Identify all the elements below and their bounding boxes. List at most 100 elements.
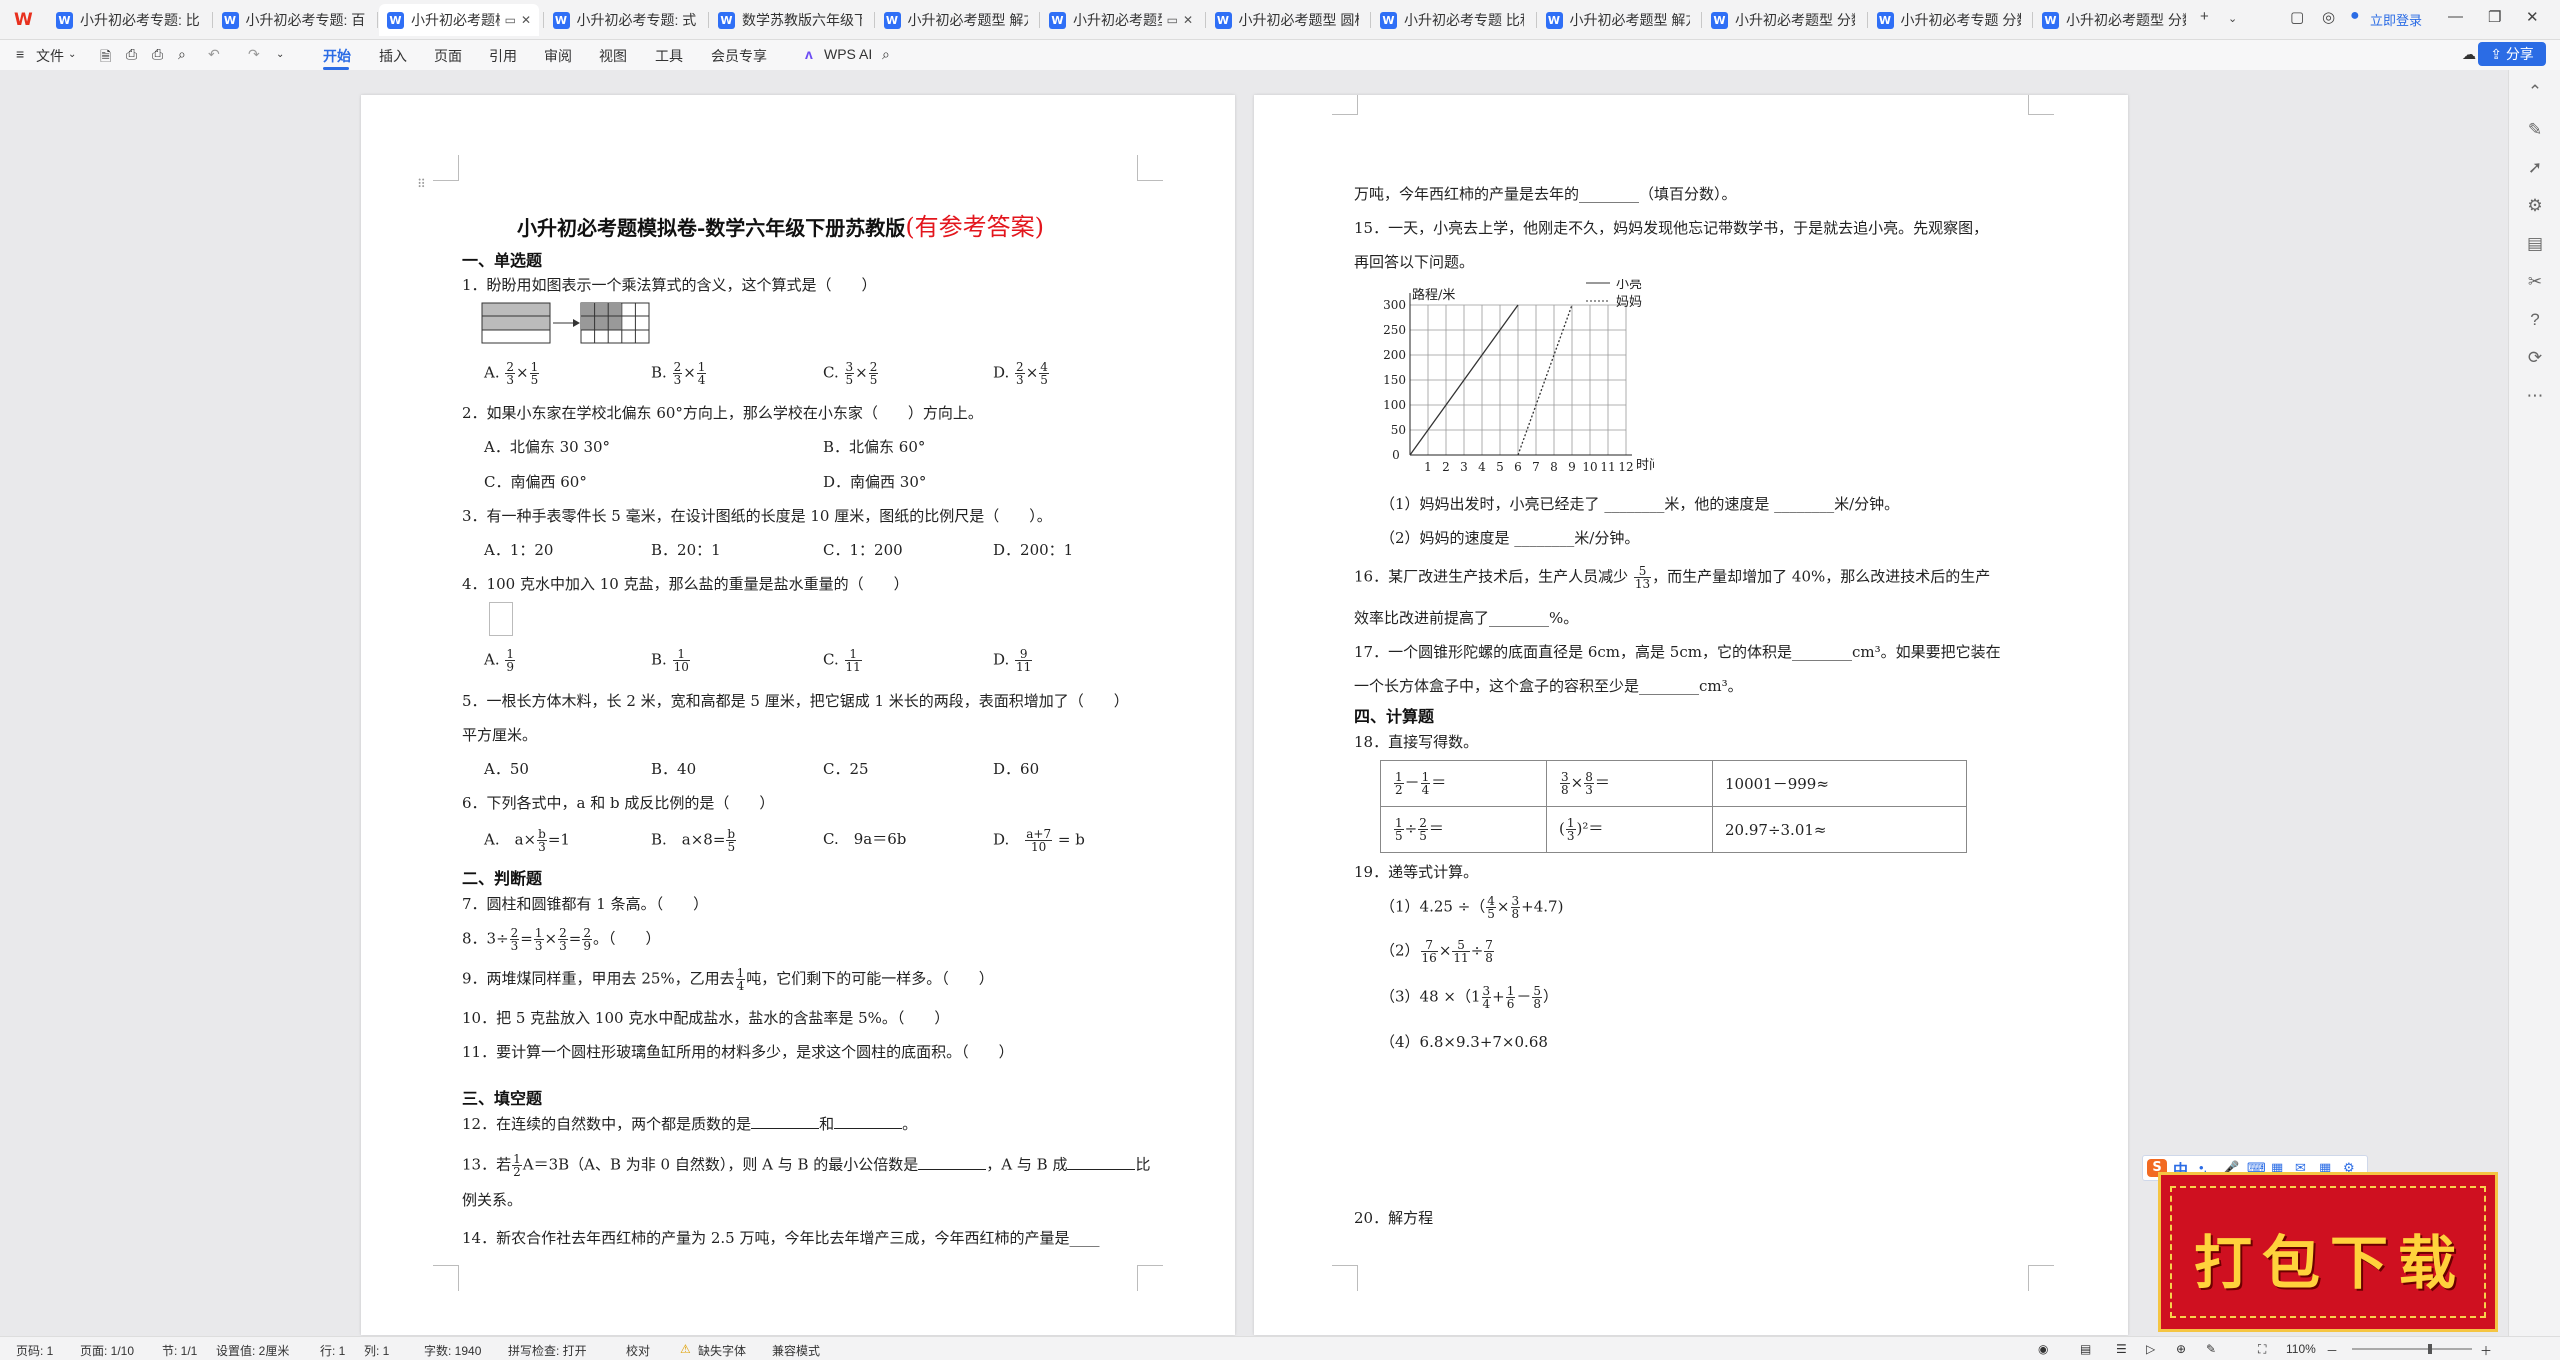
q5-option-d[interactable]: D．60 [993,758,1039,779]
pen-icon[interactable]: ✎ [2206,1342,2216,1356]
restore-icon[interactable]: ❐ [2488,8,2501,26]
tab-close-icon[interactable]: ✕ [521,13,531,27]
eye-icon[interactable]: ◉ [2038,1342,2048,1356]
document-tab[interactable]: W 小升初必考题型 圆柱和圆锥 [1207,4,1367,36]
ribbon-tab[interactable]: 开始 [323,46,351,66]
download-badge[interactable]: 打包下载 [2158,1172,2498,1332]
status-setting[interactable]: 设置值: 2厘米 [216,1342,289,1359]
q1-option-d[interactable]: D. 2 3 × 4 5 [993,361,1050,386]
status-spell-check[interactable]: 拼写检查: 打开 [508,1342,587,1359]
q6-option-c[interactable]: C. 9a＝6b [823,828,906,849]
web-view-icon[interactable]: ⊕ [2176,1342,2186,1356]
tools-icon[interactable]: ✂ [2524,272,2546,294]
tab-preview-icon[interactable]: ▭ [505,13,516,27]
q5-option-a[interactable]: A．50 [484,758,529,779]
drag-handle-icon[interactable]: ⠿ [417,177,426,191]
q2-option-b[interactable]: B．北偏东 60° [823,436,925,457]
status-pages[interactable]: 页面: 1/10 [80,1342,134,1359]
login-link[interactable]: 立即登录 [2370,10,2422,29]
ribbon-tab[interactable]: 引用 [489,46,517,66]
document-tab[interactable]: W 小升初必考题型 解方程 [1538,4,1698,36]
q1-option-a[interactable]: A. 2 3 × 1 5 [484,361,540,386]
zoom-out-icon[interactable]: － [2326,1342,2338,1359]
wps-logo-icon[interactable]: W [14,10,38,30]
q6-option-a[interactable]: A. a× b 3 =1 [484,828,570,853]
print-icon[interactable]: ⎙ [152,46,163,63]
status-proof[interactable]: 校对 [626,1342,650,1359]
zoom-in-icon[interactable]: ＋ [2480,1342,2492,1359]
window-layout-icon[interactable]: ▢ [2290,8,2304,26]
tab-list-chevron-icon[interactable]: ⌄ [2228,12,2237,25]
search-icon[interactable]: ⌕ [882,46,890,63]
q3-option-c[interactable]: C．1：200 [823,539,903,560]
q3-option-b[interactable]: B．20：1 [651,539,721,560]
collapse-icon[interactable]: ⌃ [2524,82,2546,104]
q3-option-a[interactable]: A．1：20 [484,539,553,560]
ribbon-tab[interactable]: 视图 [599,46,627,66]
share-side-icon[interactable]: ⟳ [2524,348,2546,370]
quick-access-chevron-icon[interactable]: ⌄ [276,49,284,60]
zoom-level[interactable]: 110% [2286,1342,2316,1356]
q5-option-c[interactable]: C．25 [823,758,869,779]
q4-option-c[interactable]: C. 1 11 [823,648,863,673]
play-icon[interactable]: ▷ [2146,1342,2155,1356]
q4-option-a[interactable]: A. 19 [484,648,516,673]
q4-option-b[interactable]: B. 1 10 [651,648,691,673]
wps-ai-icon[interactable]: ᴧ [805,46,813,62]
print-preview-icon[interactable]: ⌕ [178,46,186,63]
wps-ai-button[interactable]: WPS AI [824,46,872,62]
file-chevron-icon[interactable]: ⌄ [68,49,76,60]
status-words[interactable]: 字数: 1940 [424,1342,481,1359]
q5-option-b[interactable]: B．40 [651,758,696,779]
document-tab[interactable]: W 小升初必考专题: 百分数 [214,4,374,36]
new-tab-button[interactable]: + [2200,8,2209,25]
document-tab[interactable]: W 小升初必考专题: 式与方程 [545,4,705,36]
minimize-icon[interactable]: — [2448,8,2463,25]
more-icon[interactable]: ⋯ [2524,386,2546,408]
document-tab[interactable]: W 小升初必考题型 解方程 [876,4,1036,36]
q2-option-a[interactable]: A．北偏东 30 30° [484,436,610,457]
save-icon[interactable]: 🗎 [100,46,111,70]
q2-option-c[interactable]: C．南偏西 60° [484,471,587,492]
document-tab[interactable]: W 小升初必考题型 平面 ▭ ✕ [1041,4,1201,36]
cloud-icon[interactable]: ☁ [2462,46,2476,63]
help-icon[interactable]: ? [2524,310,2546,332]
document-tab[interactable]: W 小升初必考专题 比和比例 [1372,4,1532,36]
ribbon-tab[interactable]: 插入 [379,46,407,66]
file-menu[interactable]: 文件 [36,46,64,66]
document-tab[interactable]: W 小升初必考题型 分数 [1703,4,1863,36]
ribbon-tab[interactable]: 会员专享 [711,46,767,66]
q1-option-c[interactable]: C. 3 5 × 2 5 [823,361,879,386]
q6-option-d[interactable]: D. a+7 10 = b [993,828,1085,853]
q3-option-d[interactable]: D．200：1 [993,539,1073,560]
redo-icon[interactable]: ↷ [248,46,260,63]
document-tab[interactable]: W 小升初必考专题 分数 [1869,4,2029,36]
page-view-icon[interactable]: ▤ [2080,1342,2091,1356]
user-avatar-icon[interactable]: ● [2350,7,2360,25]
q4-option-d[interactable]: D. 9 11 [993,648,1033,673]
undo-icon[interactable]: ↶ [208,46,220,63]
document-page-1[interactable]: ⠿ 小升初必考题模拟卷-数学六年级下册苏教版(有参考答案) 一、单选题 1．盼盼… [361,95,1235,1335]
edit-icon[interactable]: ✎ [2524,120,2546,142]
fit-icon[interactable]: ⛶ [2258,1342,2266,1357]
export-pdf-icon[interactable]: ⎙ [126,46,137,63]
tab-close-icon[interactable]: ✕ [1183,13,1193,27]
menu-icon[interactable]: ≡ [16,46,24,62]
q1-option-b[interactable]: B. 2 3 × 1 4 [651,361,707,386]
document-tab[interactable]: W 小升初必考专题: 比和比例 [48,4,208,36]
q2-option-d[interactable]: D．南偏西 30° [823,471,926,492]
ribbon-tab[interactable]: 页面 [434,46,462,66]
document-tab[interactable]: W 数学苏教版六年级下册 [710,4,870,36]
document-tab[interactable]: W 小升初必考题型 分数 [2034,4,2194,36]
pane-icon[interactable]: ▤ [2524,234,2546,256]
ribbon-tab[interactable]: 审阅 [544,46,572,66]
document-tab[interactable]: W 小升初必考题模拟卷 ▭ ✕ [379,4,539,36]
adjust-icon[interactable]: ⚙ [2524,196,2546,218]
document-page-2[interactable]: 万吨，今年西红柿的产量是去年的________（填百分数）。 15．一天，小亮去… [1254,95,2128,1335]
tab-preview-icon[interactable]: ▭ [1167,13,1178,27]
outline-view-icon[interactable]: ☰ [2116,1342,2127,1356]
select-icon[interactable]: ➚ [2524,158,2546,180]
close-window-icon[interactable]: ✕ [2526,8,2539,26]
skin-icon[interactable]: ◎ [2322,8,2335,26]
zoom-slider-track[interactable] [2352,1348,2472,1350]
